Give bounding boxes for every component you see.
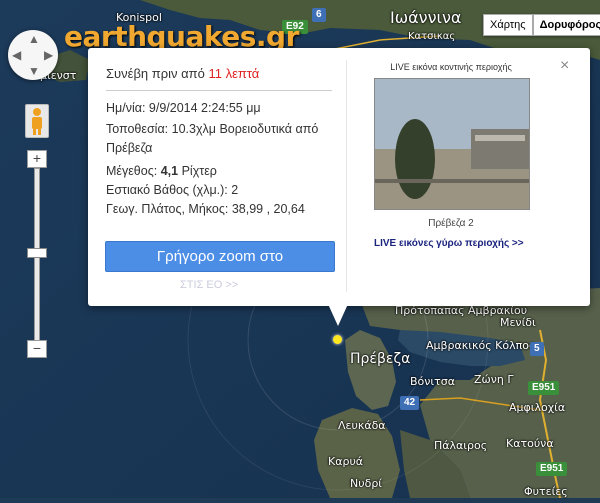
road-shield-e951-north: E951 <box>528 381 560 395</box>
label-prot-amvrakiou: Πρότοπαπας Αμβρακίου <box>395 304 528 317</box>
pan-control[interactable]: ▲ ▼ ◀ ▶ <box>8 30 58 80</box>
location-row: Τοποθεσία: 10.3χλμ Βορειοδυτικά από Πρέβ… <box>106 120 338 158</box>
info-window-pointer <box>328 304 348 326</box>
date-row: Ημ/νία: 9/9/2014 2:24:55 μμ <box>106 99 261 118</box>
magnitude-unit: Ρίχτερ <box>181 164 217 178</box>
magnitude-label: Μέγεθος: <box>106 164 158 178</box>
column-divider <box>346 60 347 292</box>
earthquake-info-window: × Συνέβη πριν από 11 λεπτά Ημ/νία: 9/9/2… <box>88 48 590 306</box>
zoom-out-button[interactable]: − <box>27 340 47 358</box>
map-type-map-button[interactable]: Χάρτης <box>483 14 533 36</box>
zoom-control[interactable]: + − <box>27 150 47 360</box>
label-ioannina: Ιωάννινα <box>390 8 462 27</box>
depth-label: Εστιακό Βάθος (χλμ.): <box>106 183 228 197</box>
close-icon[interactable]: × <box>560 58 569 74</box>
camera-name: Πρέβεζα 2 <box>428 218 474 229</box>
road-shield-5: 5 <box>530 342 544 356</box>
time-ago: Συνέβη πριν από 11 λεπτά <box>106 66 259 81</box>
time-ago-prefix: Συνέβη πριν από <box>106 66 205 81</box>
pan-right-icon[interactable]: ▶ <box>44 49 53 61</box>
live-camera-title: LIVE εικόνα κοντινής περιοχής <box>390 62 512 72</box>
quick-zoom-button[interactable]: Γρήγορο zoom στο <box>105 241 335 272</box>
label-vonitsa: Βόνιτσα <box>410 375 455 388</box>
date-label: Ημ/νία: <box>106 101 146 115</box>
pan-down-icon[interactable]: ▼ <box>28 65 40 77</box>
depth-row: Εστιακό Βάθος (χλμ.): 2 <box>106 181 238 200</box>
road-shield-42: 42 <box>400 396 420 410</box>
coords-value: 38,99 , 20,64 <box>231 202 305 216</box>
pan-left-icon[interactable]: ◀ <box>12 49 21 61</box>
live-camera-image[interactable] <box>374 78 530 210</box>
date-value: 9/9/2014 2:24:55 μμ <box>148 101 261 115</box>
coords-row: Γεωγ. Πλάτος, Μήκος: 38,99 , 20,64 <box>106 200 305 219</box>
label-nydri: Νυδρί <box>350 477 383 490</box>
label-amfilochia: Αμφιλοχία <box>509 401 566 414</box>
pan-up-icon[interactable]: ▲ <box>28 33 40 45</box>
more-info-link[interactable]: ΣΤΙΣ ΕΟ >> <box>180 279 238 291</box>
label-gulf: Αμβρακικός Κόλπος <box>426 339 536 352</box>
label-katouna: Κατούνα <box>506 437 554 450</box>
label-palairos: Πάλαιρος <box>434 439 488 452</box>
map-type-satellite-button[interactable]: Δορυφόρος <box>532 14 600 36</box>
label-menidi: Μενίδι <box>500 316 536 329</box>
zoom-in-button[interactable]: + <box>27 150 47 168</box>
street-view-pegman-icon[interactable] <box>25 104 49 138</box>
road-shield-e951-south: E951 <box>536 462 568 476</box>
label-karya: Καρυά <box>328 455 364 468</box>
live-images-link[interactable]: LIVE εικόνες γύρω περιοχής >> <box>374 238 524 249</box>
road-shield-6: 6 <box>312 8 326 22</box>
label-katsikas: Κατσικας <box>408 31 456 42</box>
divider <box>106 90 332 91</box>
coords-label: Γεωγ. Πλάτος, Μήκος: <box>106 202 229 216</box>
time-ago-value: 11 λεπτά <box>208 66 260 81</box>
label-zoni: Ζώνη Γ <box>474 373 514 386</box>
label-lefkada: Λευκάδα <box>338 419 386 432</box>
label-preveza: Πρέβεζα <box>350 351 411 367</box>
location-label: Τοποθεσία: <box>106 122 169 136</box>
magnitude-row: Μέγεθος: 4,1 Ρίχτερ <box>106 162 217 181</box>
map-type-control: Χάρτης Δορυφόρος <box>483 14 600 36</box>
label-fytia: Φυτείες <box>524 485 568 498</box>
earthquake-marker[interactable] <box>333 335 342 344</box>
depth-value: 2 <box>231 183 239 197</box>
zoom-slider-thumb[interactable] <box>27 248 47 258</box>
magnitude-value: 4,1 <box>160 164 179 178</box>
